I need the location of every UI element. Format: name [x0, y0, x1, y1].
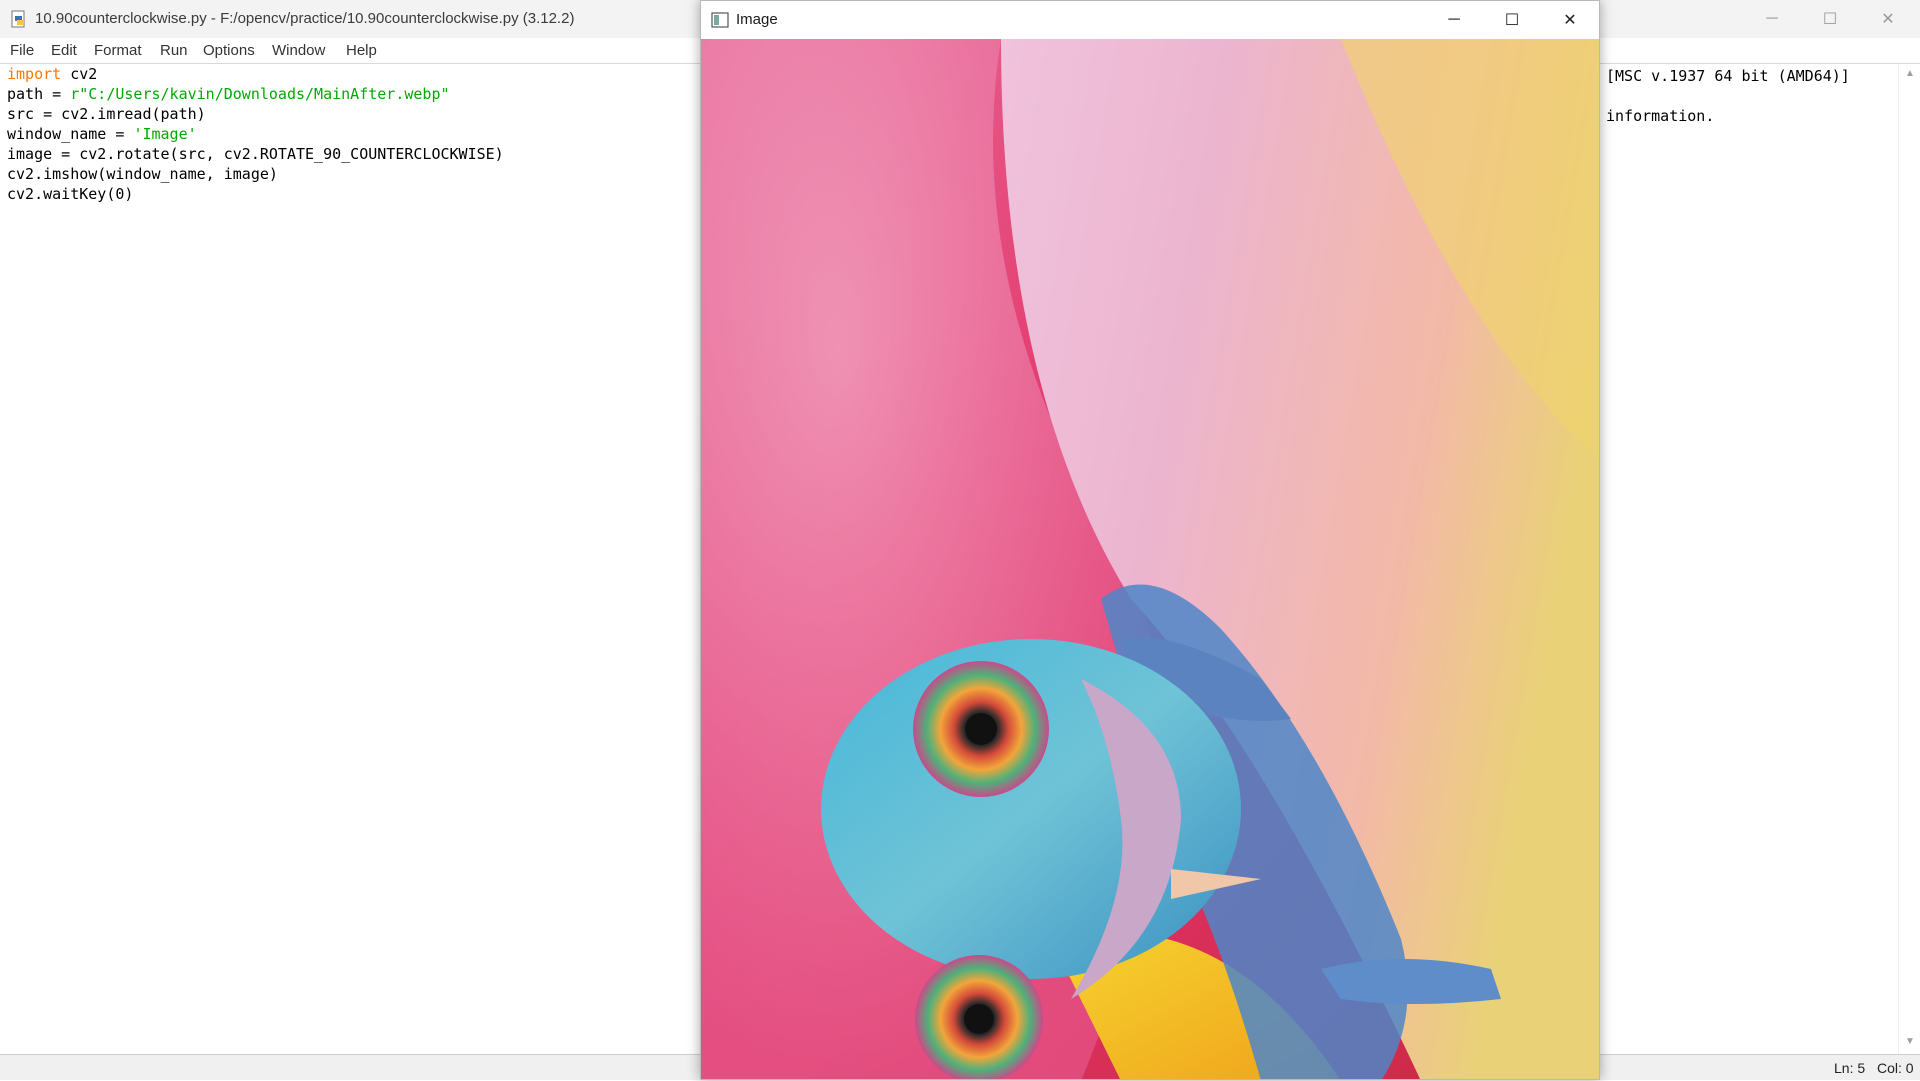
chameleon-photo — [701, 39, 1599, 1079]
shell-line-3: information. — [1606, 107, 1715, 125]
image-window-icon — [711, 12, 729, 28]
editor-minimize-button[interactable]: ─ — [1743, 0, 1801, 38]
shell-line-1: [MSC v.1937 64 bit (AMD64)] — [1606, 67, 1850, 85]
scroll-down-icon[interactable]: ▼ — [1904, 1036, 1916, 1048]
code-line-5: image = cv2.rotate(src, cv2.ROTATE_90_CO… — [7, 145, 504, 163]
code-line-7: cv2.waitKey(0) — [7, 185, 134, 203]
menu-edit[interactable]: Edit — [51, 38, 77, 64]
menu-format[interactable]: Format — [94, 38, 142, 64]
maximize-icon: ☐ — [1822, 11, 1838, 28]
minimize-icon: ─ — [1766, 10, 1778, 27]
code-line-1: import cv2 — [7, 65, 98, 83]
column-number-status: Col: 0 — [1877, 1060, 1914, 1076]
image-close-button[interactable]: ✕ — [1541, 1, 1599, 39]
close-icon: ✕ — [1881, 11, 1895, 28]
menu-file[interactable]: File — [10, 38, 34, 64]
image-window-title: Image — [736, 11, 778, 28]
menu-window[interactable]: Window — [272, 38, 325, 64]
image-minimize-button[interactable]: ─ — [1425, 1, 1483, 39]
code-line-4: window_name = 'Image' — [7, 125, 197, 143]
vertical-scrollbar[interactable]: ▲ ▼ — [1898, 64, 1920, 1054]
editor-close-button[interactable]: ✕ — [1859, 0, 1917, 38]
image-window[interactable]: Image ─ ☐ ✕ — [700, 0, 1600, 1080]
menu-help[interactable]: Help — [346, 38, 377, 64]
code-line-2: path = r"C:/Users/kavin/Downloads/MainAf… — [7, 85, 450, 103]
image-maximize-button[interactable]: ☐ — [1483, 1, 1541, 39]
close-icon: ✕ — [1563, 12, 1577, 29]
line-number-status: Ln: 5 — [1834, 1060, 1866, 1076]
menu-run[interactable]: Run — [160, 38, 188, 64]
editor-maximize-button[interactable]: ☐ — [1801, 0, 1859, 38]
editor-window-title: 10.90counterclockwise.py - F:/opencv/pra… — [35, 10, 575, 27]
image-window-titlebar[interactable]: Image ─ ☐ ✕ — [701, 1, 1599, 39]
scroll-up-icon[interactable]: ▲ — [1904, 68, 1916, 80]
python-file-icon — [11, 10, 25, 28]
minimize-icon: ─ — [1448, 11, 1460, 28]
code-line-3: src = cv2.imread(path) — [7, 105, 206, 123]
maximize-icon: ☐ — [1504, 12, 1520, 29]
menu-options[interactable]: Options — [203, 38, 255, 64]
code-line-6: cv2.imshow(window_name, image) — [7, 165, 278, 183]
